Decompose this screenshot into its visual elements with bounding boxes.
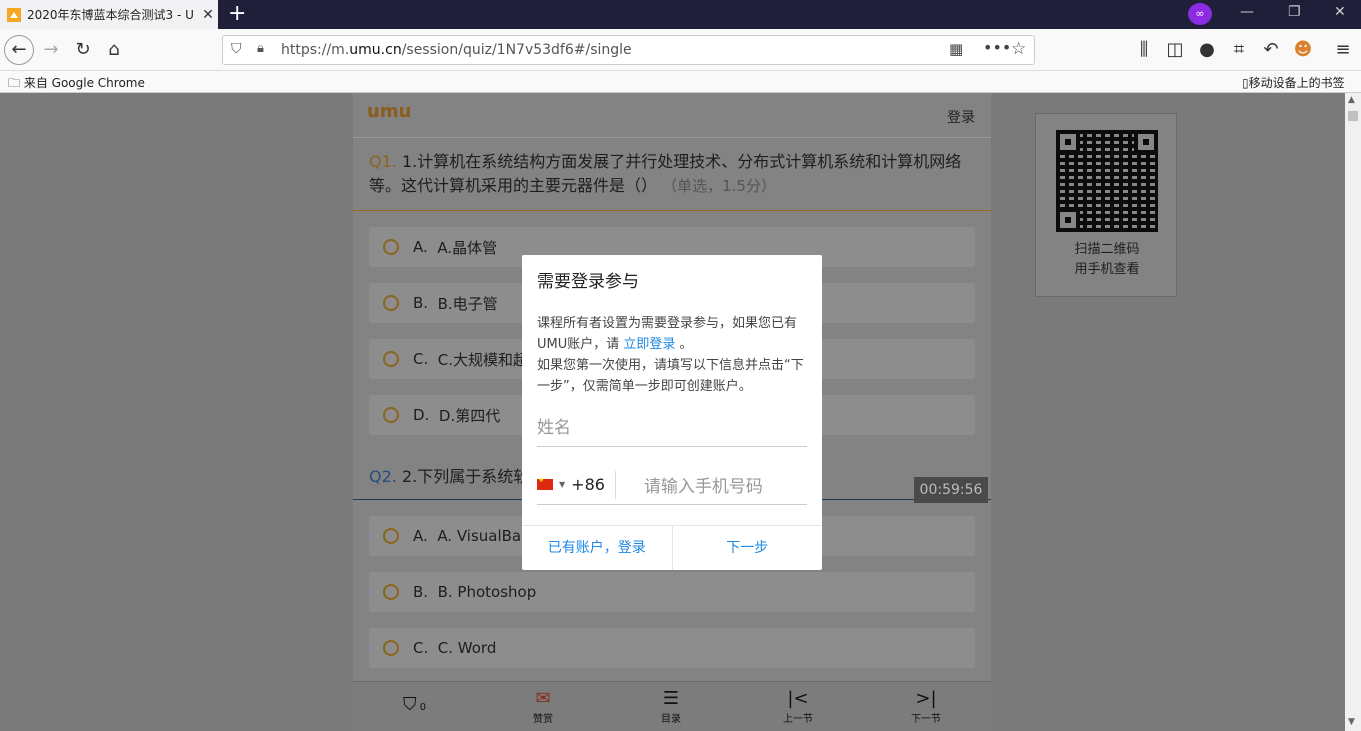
modal-footer: 已有账户，登录 下一步 <box>522 525 822 570</box>
lock-icon[interactable]: 🔒︎ <box>257 41 264 56</box>
new-tab-button[interactable]: + <box>228 2 246 26</box>
question-score: （单选，1.5分） <box>662 177 776 195</box>
undo-icon[interactable]: ↶ <box>1258 37 1284 63</box>
tab-close-icon[interactable]: ✕ <box>198 7 218 23</box>
qr-panel: 扫描二维码 用手机查看 <box>1035 113 1177 297</box>
qr-caption: 扫描二维码 用手机查看 <box>1074 242 1140 277</box>
sidebar-icon[interactable]: ◫ <box>1162 37 1188 63</box>
chevron-down-icon[interactable]: ▼ <box>559 480 565 489</box>
scroll-up-icon[interactable]: ▲ <box>1348 95 1355 105</box>
phone-row: ▼ +86 请输入手机号码 <box>537 465 807 505</box>
badge-button[interactable]: ⛉ 0 <box>403 694 426 716</box>
folder-icon: 🗀︎ <box>8 76 21 90</box>
prev-icon: |< <box>787 688 809 709</box>
radio-icon[interactable] <box>383 407 399 423</box>
radio-icon[interactable] <box>383 584 399 600</box>
quiz-header: umu 登录 <box>353 93 991 138</box>
library-icon[interactable]: ⫼ <box>1131 37 1157 63</box>
url-bar[interactable]: ⛉ 🔒︎ https://m.umu.cn/session/quiz/1N7v5… <box>222 35 1035 65</box>
bottom-toolbar: ⛉ 0 ✉ 赞赏 ☰ 目录 |< 上一节 >| 下一节 <box>353 681 991 731</box>
next-icon: >| <box>915 688 937 709</box>
radio-icon[interactable] <box>383 528 399 544</box>
qr-eye <box>1056 208 1080 232</box>
mobile-icon: ▯ <box>1242 76 1249 90</box>
url-text[interactable]: https://m.umu.cn/session/quiz/1N7v53df6#… <box>281 42 632 58</box>
modal-title: 需要登录参与 <box>537 272 639 292</box>
bookmarks-bar: 🗀︎ 来自 Google Chrome ▯移动设备上的书签 <box>0 71 1361 93</box>
phone-input[interactable]: 请输入手机号码 <box>644 472 763 497</box>
more-actions-icon[interactable]: ••• <box>983 38 1011 57</box>
title-bar: 2020年东博蓝本综合测试3 - U ✕ + ∞ — ❐ ✕ <box>0 0 1361 29</box>
china-flag-icon[interactable] <box>537 476 553 490</box>
radio-icon[interactable] <box>383 640 399 656</box>
menu-icon[interactable]: ≡ <box>1330 37 1356 63</box>
navigation-bar: ← → ↻ ⌂ ⛉ 🔒︎ https://m.umu.cn/session/qu… <box>0 29 1361 71</box>
envelope-icon: ✉ <box>535 688 551 709</box>
qr-code-icon[interactable]: ▦ <box>949 40 963 58</box>
question-1: Q1. 1.计算机在系统结构方面发展了并行处理技术、分布式计算机系统和计算机网络… <box>353 138 991 211</box>
question-text: 2.下列属于系统软 <box>401 467 530 486</box>
timer: 00:59:56 <box>914 477 988 503</box>
mobile-bookmarks[interactable]: ▯移动设备上的书签 <box>1242 74 1345 91</box>
modal-description: 课程所有者设置为需要登录参与，如果您已有UMU账户，请 立即登录 。 如果您第一… <box>537 316 804 394</box>
shield-icon[interactable]: ⛉ <box>231 41 242 57</box>
login-now-link[interactable]: 立即登录 <box>623 337 675 352</box>
qr-code-image <box>1056 130 1158 232</box>
private-mask-icon: ∞ <box>1188 3 1212 25</box>
login-modal: 需要登录参与 课程所有者设置为需要登录参与，如果您已有UMU账户，请 立即登录 … <box>522 255 822 570</box>
home-icon[interactable]: ⌂ <box>101 37 127 63</box>
have-account-login-button[interactable]: 已有账户，登录 <box>522 526 673 570</box>
country-code[interactable]: +86 <box>571 475 605 494</box>
question-number: Q1. <box>369 152 397 171</box>
forward-icon[interactable]: → <box>38 37 64 63</box>
divider <box>614 470 616 499</box>
qr-eye <box>1134 130 1158 154</box>
next-step-button[interactable]: 下一步 <box>673 526 823 570</box>
reload-icon[interactable]: ↻ <box>70 37 96 63</box>
account-icon[interactable]: ● <box>1194 37 1220 63</box>
radio-icon[interactable] <box>383 239 399 255</box>
scrollbar[interactable]: ▲ ▼ <box>1345 93 1361 731</box>
umu-favicon-icon <box>7 7 21 22</box>
scroll-thumb[interactable] <box>1348 111 1358 121</box>
option-q2-c[interactable]: C. C. Word <box>369 628 975 668</box>
scroll-down-icon[interactable]: ▼ <box>1348 717 1355 727</box>
like-button[interactable]: ✉ 赞赏 <box>533 688 553 725</box>
umu-logo: umu <box>367 101 412 122</box>
extension-icon[interactable]: ☻ <box>1290 37 1316 63</box>
question-number: Q2. <box>369 467 397 486</box>
back-icon[interactable]: ← <box>4 35 34 65</box>
close-window-icon[interactable]: ✕ <box>1334 4 1346 20</box>
shield-badge-icon: ⛉ <box>403 694 417 715</box>
option-q2-b[interactable]: B. B. Photoshop <box>369 572 975 612</box>
next-section-button[interactable]: >| 下一节 <box>911 688 941 725</box>
crop-icon[interactable]: ⌗ <box>1226 37 1252 63</box>
tab-title: 2020年东博蓝本综合测试3 - U <box>27 8 194 22</box>
qr-eye <box>1056 130 1080 154</box>
bookmark-folder[interactable]: 🗀︎ 来自 Google Chrome <box>8 74 145 95</box>
login-link[interactable]: 登录 <box>947 107 975 127</box>
catalog-button[interactable]: ☰ 目录 <box>661 688 681 725</box>
restore-icon[interactable]: ❐ <box>1288 4 1301 20</box>
minimize-icon[interactable]: — <box>1240 4 1254 20</box>
bookmark-star-icon[interactable]: ☆ <box>1011 39 1026 59</box>
radio-icon[interactable] <box>383 351 399 367</box>
list-icon: ☰ <box>662 688 680 709</box>
prev-section-button[interactable]: |< 上一节 <box>783 688 813 725</box>
name-input[interactable]: 姓名 <box>537 405 807 447</box>
radio-icon[interactable] <box>383 295 399 311</box>
browser-tab[interactable]: 2020年东博蓝本综合测试3 - U ✕ <box>0 0 218 29</box>
